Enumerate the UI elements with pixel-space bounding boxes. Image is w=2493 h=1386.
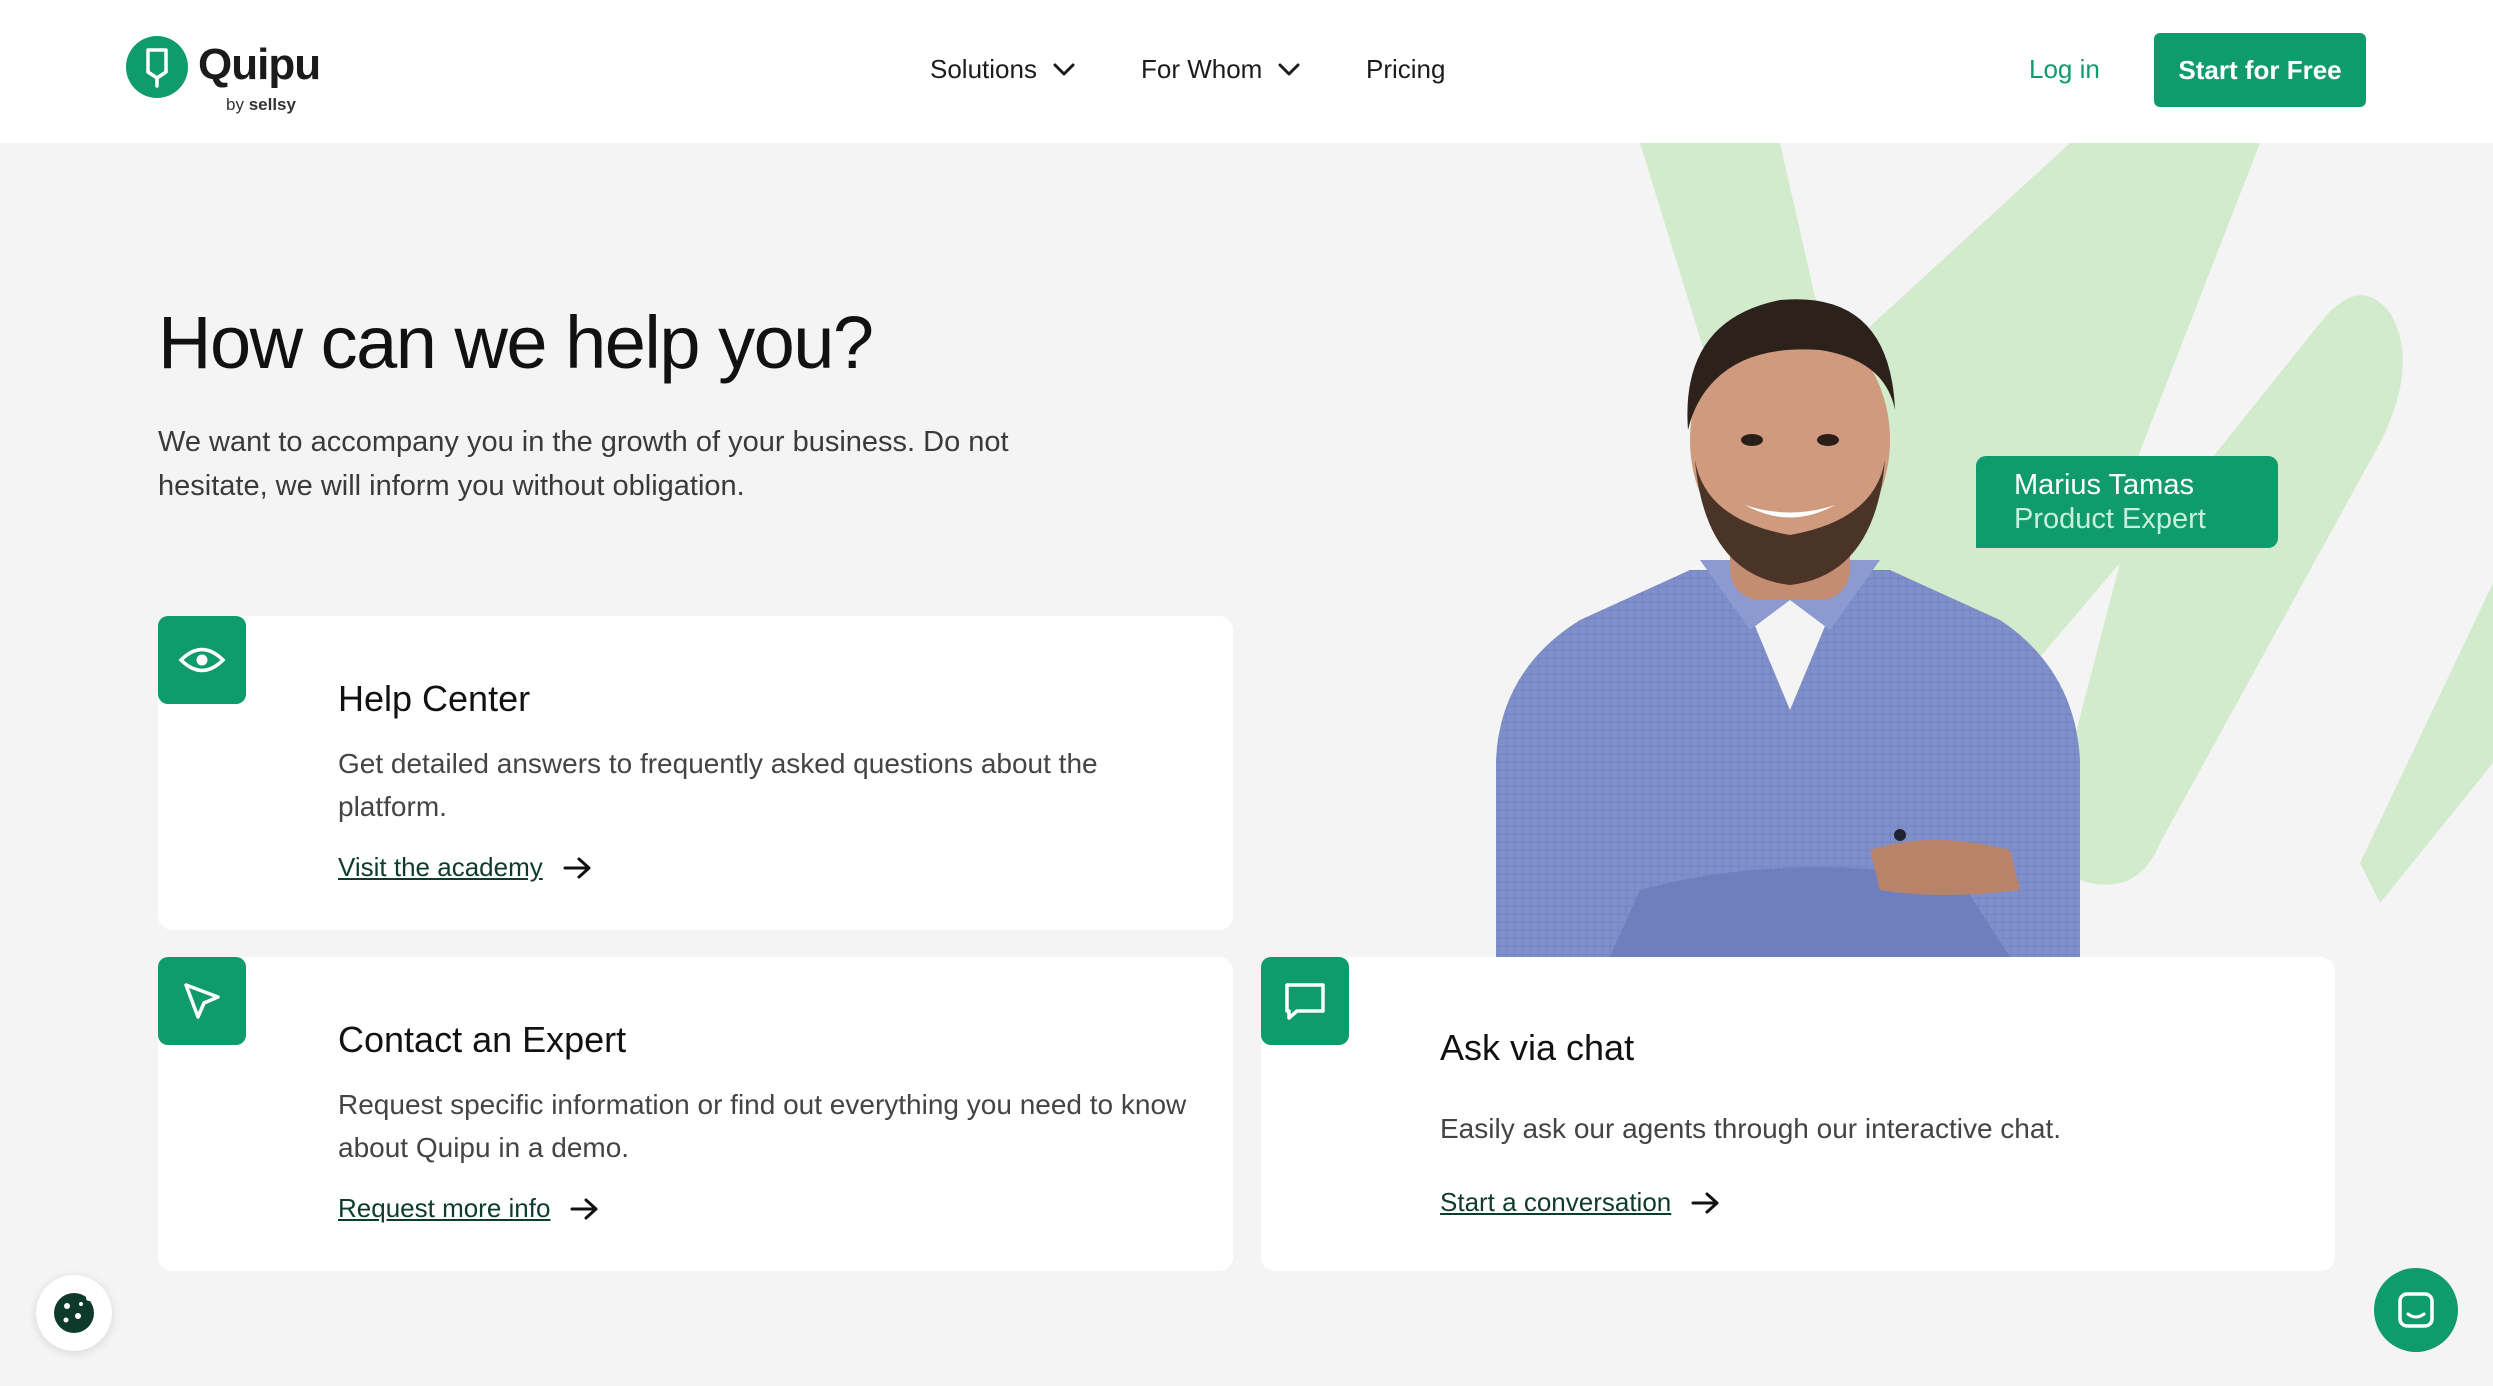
logo-wordmark: Quipu	[198, 40, 321, 89]
page-title: How can we help you?	[158, 301, 874, 384]
link-label: Start a conversation	[1440, 1187, 1672, 1217]
logo-byline: by sellsy	[226, 95, 296, 115]
expert-badge: Marius Tamas Product Expert	[1976, 456, 2278, 548]
nav-item-for-whom-label: For Whom	[1141, 54, 1263, 84]
contact-expert-card: Contact an Expert Request specific infor…	[158, 957, 1233, 1271]
nav-item-pricing-label: Pricing	[1366, 54, 1446, 84]
cursor-pointer-icon	[158, 957, 246, 1045]
login-link[interactable]: Log in	[2029, 54, 2100, 85]
card-description: Easily ask our agents through our intera…	[1440, 1113, 2062, 1144]
card-title: Contact an Expert	[338, 1019, 627, 1060]
link-label: Visit the academy	[338, 852, 543, 882]
chat-bubble-icon	[1261, 957, 1349, 1045]
logo-by-brand: sellsy	[248, 95, 296, 114]
expert-name: Marius Tamas	[2014, 469, 2194, 501]
arrow-right-icon	[1691, 1192, 1719, 1213]
eye-icon	[158, 616, 246, 704]
start-conversation-link[interactable]: Start a conversation	[1440, 1187, 1721, 1218]
ask-chat-card: Ask via chat Easily ask our agents throu…	[1261, 957, 2335, 1271]
nav-item-solutions[interactable]: Solutions	[930, 54, 1075, 85]
chevron-down-icon	[1053, 63, 1075, 75]
nav-item-solutions-label: Solutions	[930, 54, 1037, 84]
arrow-right-icon	[570, 1198, 598, 1219]
request-info-link[interactable]: Request more info	[338, 1193, 600, 1224]
chevron-down-icon	[1278, 63, 1300, 75]
cookie-icon	[54, 1293, 94, 1333]
chat-widget-button[interactable]	[2374, 1268, 2458, 1352]
cookie-settings-button[interactable]	[36, 1275, 112, 1351]
nav-item-for-whom[interactable]: For Whom	[1141, 54, 1300, 85]
card-title: Ask via chat	[1440, 1027, 1635, 1068]
nav-item-pricing[interactable]: Pricing	[1366, 54, 1445, 85]
start-free-button[interactable]: Start for Free	[2154, 33, 2366, 107]
site-header: Quipu by sellsy Solutions For Whom Prici…	[0, 0, 2493, 143]
quipu-logo[interactable]: Quipu by sellsy	[126, 36, 326, 120]
card-description: Get detailed answers to frequently asked…	[338, 748, 1098, 822]
help-center-card: Help Center Get detailed answers to freq…	[158, 616, 1233, 930]
logo-by-label: by	[226, 95, 244, 114]
link-label: Request more info	[338, 1193, 551, 1223]
visit-academy-link[interactable]: Visit the academy	[338, 852, 593, 883]
card-description: Request specific information or find out…	[338, 1089, 1187, 1163]
chat-widget-icon	[2398, 1292, 2434, 1328]
expert-role: Product Expert	[2014, 503, 2206, 535]
card-title: Help Center	[338, 678, 531, 719]
arrow-right-icon	[563, 857, 591, 878]
expert-photo	[1496, 299, 2080, 957]
page-subtitle: We want to accompany you in the growth o…	[158, 426, 1009, 502]
quipu-logo-mark-icon	[126, 36, 188, 98]
